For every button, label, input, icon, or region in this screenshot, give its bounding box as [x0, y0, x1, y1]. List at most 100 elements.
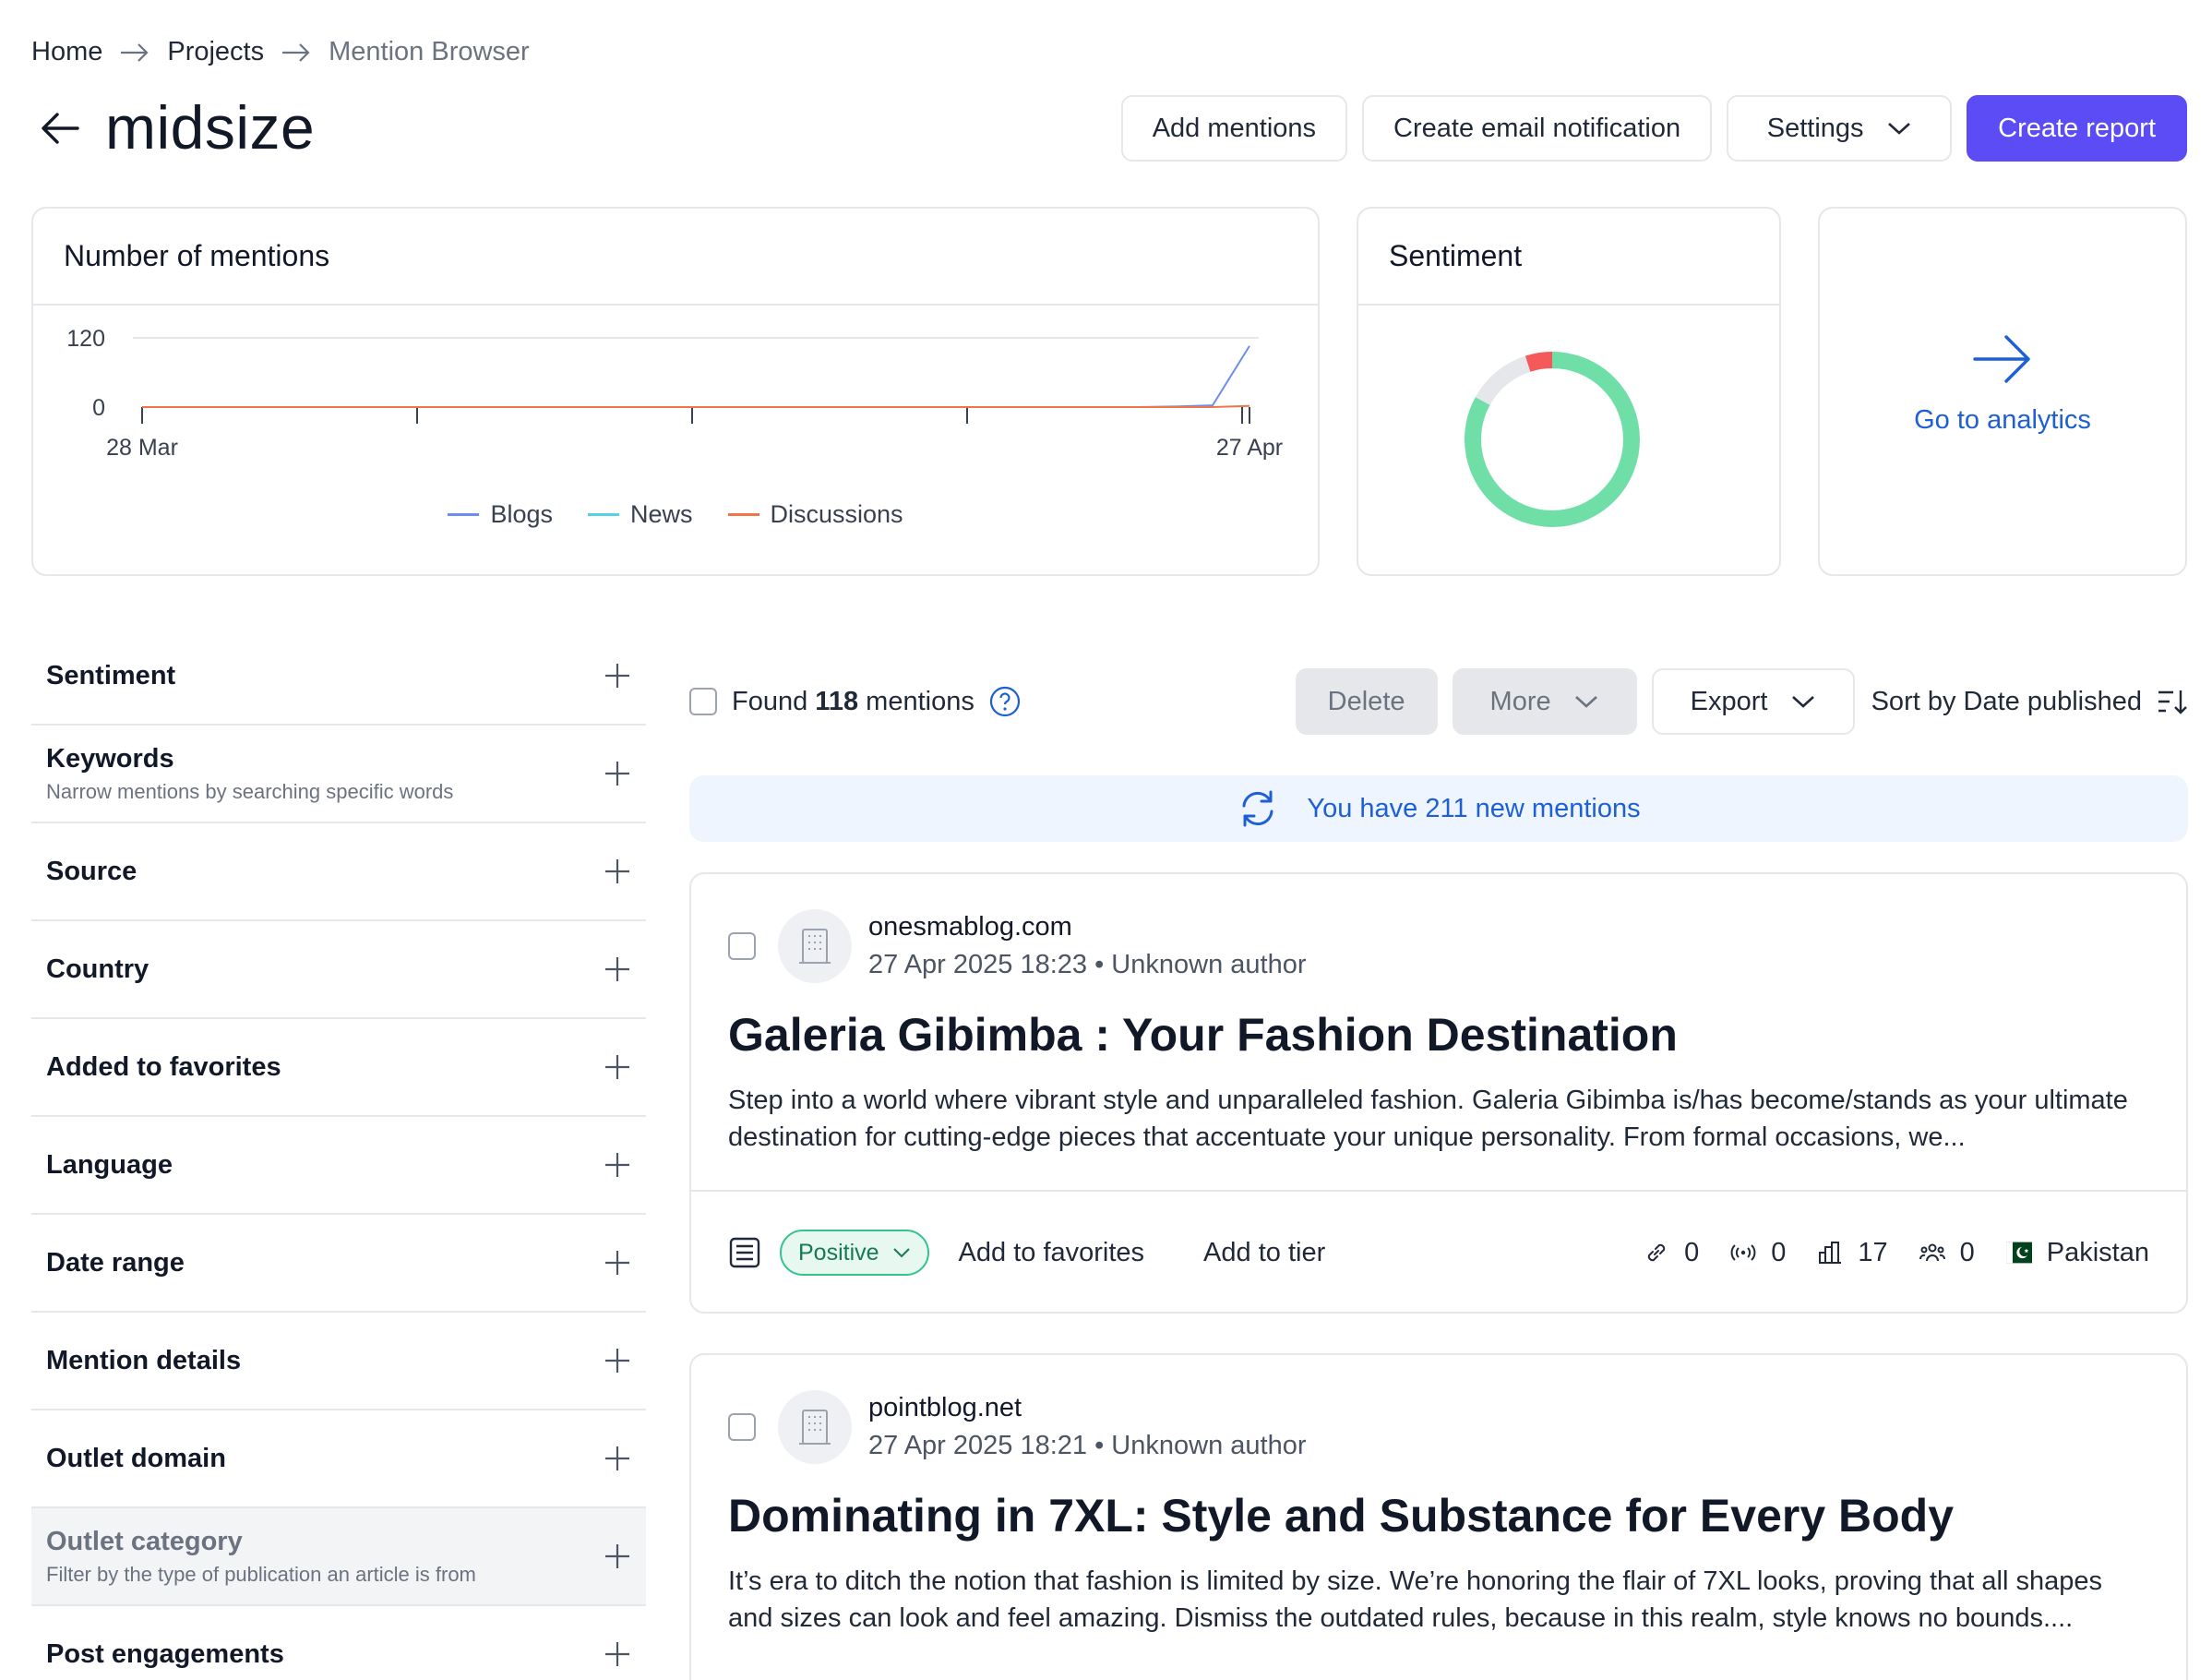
- add-mentions-label: Add mentions: [1152, 113, 1317, 143]
- breadcrumb-home[interactable]: Home: [31, 37, 102, 67]
- filter-title: Outlet domain: [46, 1443, 226, 1473]
- mention-stats: 0 0 17 0 Pakistan: [1644, 1238, 2149, 1268]
- filters-sidebar: Sentiment Keywords Narrow mentions by sear…: [31, 628, 646, 1680]
- filter-title: Mention details: [46, 1345, 242, 1375]
- mention-footer: Positive Add to favorites Add to tier 0 …: [691, 1190, 2186, 1314]
- filter-item[interactable]: Sentiment: [31, 628, 646, 726]
- mention-card[interactable]: onesmablog.com 27 Apr 2025 18:23 • Unkno…: [689, 872, 2188, 1314]
- plus-icon[interactable]: [604, 1151, 631, 1179]
- site-avatar: [778, 909, 852, 983]
- document-icon[interactable]: [728, 1236, 761, 1269]
- add-mentions-button[interactable]: Add mentions: [1120, 95, 1348, 162]
- users-icon: [1919, 1243, 1945, 1262]
- pakistan-flag-icon: [2005, 1242, 2032, 1264]
- mention-domain[interactable]: onesmablog.com: [868, 912, 1307, 942]
- help-circle-icon[interactable]: [989, 686, 1021, 717]
- sort-control[interactable]: Sort by Date published: [1871, 687, 2188, 717]
- site-avatar: [778, 1390, 852, 1464]
- plus-icon[interactable]: [604, 662, 631, 690]
- legend-item-news[interactable]: News: [587, 500, 693, 529]
- settings-dropdown[interactable]: Settings: [1727, 95, 1953, 162]
- header-actions: Add mentions Create email notification S…: [1120, 95, 2187, 162]
- mention-title[interactable]: Dominating in 7XL: Style and Substance f…: [728, 1489, 1954, 1542]
- page-title: midsize: [105, 93, 316, 162]
- mention-card[interactable]: pointblog.net 27 Apr 2025 18:21 • Unknow…: [689, 1353, 2188, 1680]
- toolbar-actions: Delete More Export Sort by Date publishe…: [1295, 668, 2188, 735]
- plus-icon[interactable]: [604, 1640, 631, 1668]
- mention-checkbox[interactable]: [728, 1413, 756, 1441]
- rank-count: 17: [1858, 1237, 1888, 1267]
- sort-descending-icon: [2158, 690, 2187, 714]
- legend-item-blogs[interactable]: Blogs: [448, 500, 553, 529]
- mention-meta: onesmablog.com 27 Apr 2025 18:23 • Unkno…: [868, 912, 1307, 980]
- mention-title[interactable]: Galeria Gibimba : Your Fashion Destinati…: [728, 1008, 1678, 1062]
- mention-date-author: 27 Apr 2025 18:21 • Unknown author: [868, 1431, 1307, 1460]
- country-name: Pakistan: [2046, 1237, 2149, 1267]
- y-tick-label: 120: [66, 326, 105, 352]
- refresh-icon: [1242, 790, 1273, 827]
- plus-icon[interactable]: [604, 1445, 631, 1472]
- links-count: 0: [1684, 1237, 1700, 1267]
- filter-item[interactable]: Mention details: [31, 1313, 646, 1410]
- plus-icon[interactable]: [604, 955, 631, 983]
- create-email-notification-button[interactable]: Create email notification: [1362, 95, 1713, 162]
- add-to-favorites-button[interactable]: Add to favorites: [959, 1238, 1145, 1268]
- filter-text: Outlet domain: [46, 1444, 226, 1474]
- mention-domain[interactable]: pointblog.net: [868, 1393, 1307, 1423]
- legend-label: Blogs: [490, 500, 553, 528]
- breadcrumb-current: Mention Browser: [329, 37, 530, 66]
- filter-item[interactable]: Language: [31, 1117, 646, 1215]
- mention-header: onesmablog.com 27 Apr 2025 18:23 • Unkno…: [728, 909, 1307, 983]
- filter-title: Outlet category: [46, 1526, 243, 1556]
- export-dropdown[interactable]: Export: [1651, 668, 1855, 735]
- more-dropdown[interactable]: More: [1452, 668, 1637, 735]
- sentiment-donut-chart: [1465, 352, 1640, 527]
- plus-icon[interactable]: [604, 1347, 631, 1374]
- mention-excerpt: Step into a world where vibrant style an…: [728, 1086, 2128, 1152]
- link-icon: [1647, 1243, 1666, 1262]
- filter-text: Outlet category Filter by the type of pub…: [46, 1527, 476, 1587]
- filter-text: Keywords Narrow mentions by searching spe…: [46, 744, 453, 804]
- go-to-analytics-card[interactable]: Go to analytics: [1818, 207, 2187, 576]
- legend-swatch: [727, 513, 759, 516]
- arrow-right-icon: [282, 42, 310, 62]
- sentiment-badge[interactable]: Positive: [780, 1230, 929, 1276]
- chevron-down-icon: [1791, 696, 1814, 708]
- plus-icon[interactable]: [604, 760, 631, 787]
- broadcast-icon: [1730, 1244, 1756, 1261]
- building-icon: [799, 1410, 831, 1445]
- filter-item[interactable]: Outlet category Filter by the type of pub…: [31, 1508, 646, 1606]
- found-prefix: Found: [732, 686, 808, 716]
- plus-icon[interactable]: [604, 1249, 631, 1277]
- more-label: More: [1489, 686, 1551, 716]
- plus-icon[interactable]: [604, 858, 631, 885]
- go-to-analytics-link[interactable]: Go to analytics: [1914, 405, 2091, 436]
- filter-title: Language: [46, 1149, 173, 1180]
- filter-item[interactable]: Outlet domain: [31, 1410, 646, 1508]
- delete-button[interactable]: Delete: [1295, 668, 1438, 735]
- legend-swatch: [587, 513, 619, 516]
- breadcrumb-projects[interactable]: Projects: [167, 37, 264, 67]
- add-to-tier-button[interactable]: Add to tier: [1203, 1238, 1325, 1268]
- arrow-left-icon[interactable]: [41, 109, 79, 148]
- engagement-stat: 0: [1919, 1238, 1975, 1268]
- plus-icon[interactable]: [604, 1053, 631, 1081]
- select-all-checkbox[interactable]: [689, 688, 717, 715]
- legend-item-discussions[interactable]: Discussions: [727, 500, 903, 529]
- filter-text: Post engagements: [46, 1639, 284, 1670]
- create-report-button[interactable]: Create report: [1967, 95, 2187, 162]
- mention-checkbox[interactable]: [728, 932, 756, 960]
- filter-item[interactable]: Source: [31, 823, 646, 921]
- legend-label: News: [629, 500, 693, 528]
- filter-item[interactable]: Post engagements: [31, 1606, 646, 1680]
- filter-text: Date range: [46, 1248, 185, 1278]
- filter-item[interactable]: Keywords Narrow mentions by searching spe…: [31, 726, 646, 823]
- filter-text: Added to favorites: [46, 1052, 281, 1083]
- filter-item[interactable]: Country: [31, 921, 646, 1019]
- new-mentions-banner[interactable]: You have 211 new mentions: [689, 775, 2188, 842]
- filter-item[interactable]: Date range: [31, 1215, 646, 1313]
- results-toolbar: Found 118 mentions Delete More Export So…: [689, 668, 2188, 735]
- plus-icon[interactable]: [604, 1542, 631, 1570]
- filter-item[interactable]: Added to favorites: [31, 1019, 646, 1117]
- settings-label: Settings: [1766, 113, 1864, 143]
